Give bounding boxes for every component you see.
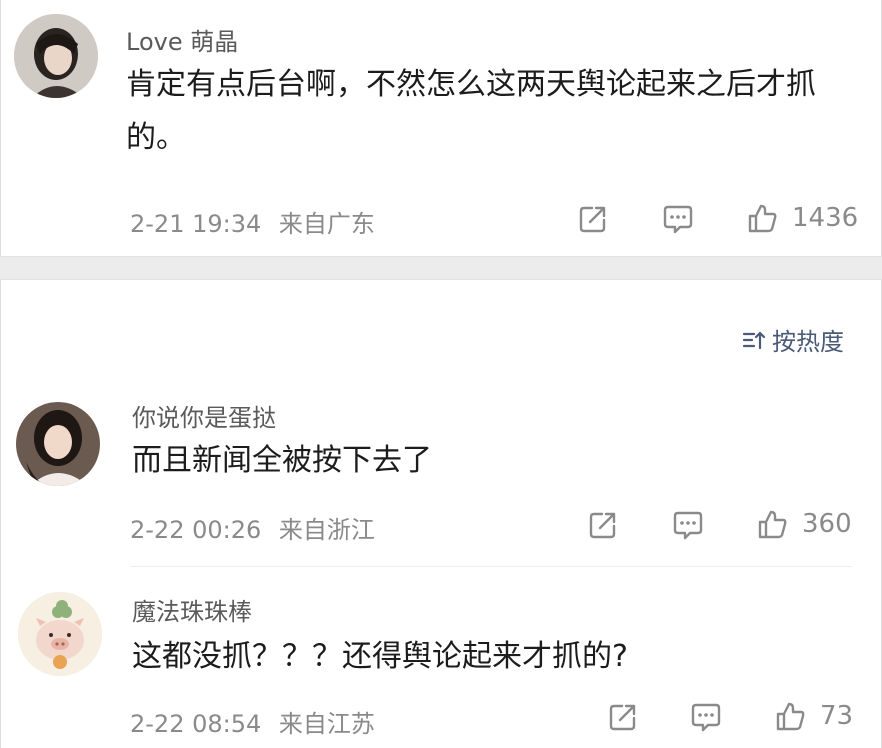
share-button[interactable] — [608, 702, 638, 732]
share-button[interactable] — [578, 204, 608, 234]
username[interactable]: 你说你是蛋挞 — [132, 398, 276, 433]
share-icon — [579, 206, 606, 233]
comment-text: 肯定有点后台啊，不然怎么这两天舆论起来之后才抓的。 — [126, 67, 816, 155]
timestamp-location: 2-21 19:34 来自广东 — [130, 204, 375, 239]
avatar-image-icon — [16, 402, 100, 486]
comment-item: Love 萌晶 肯定有点后台啊，不然怎么这两天舆论起来之后才抓的。 2-21 1… — [0, 0, 882, 256]
like-count: 73 — [820, 701, 854, 731]
share-button[interactable] — [588, 510, 618, 540]
avatar[interactable] — [14, 14, 98, 98]
avatar[interactable] — [16, 402, 100, 486]
like-button[interactable]: 73 — [774, 700, 853, 732]
timestamp-location: 2-22 00:26 来自浙江 — [130, 510, 375, 545]
username[interactable]: 魔法珠珠棒 — [132, 592, 252, 627]
share-icon — [609, 704, 636, 731]
timestamp: 2-21 19:34 — [130, 210, 262, 238]
pig-avatar-icon — [18, 592, 102, 676]
comment-icon — [673, 511, 703, 540]
avatar-image-icon — [14, 14, 98, 98]
thumbs-up-icon — [748, 204, 777, 233]
username[interactable]: Love 萌晶 — [126, 22, 238, 57]
section-divider — [0, 256, 882, 280]
comment-button[interactable] — [690, 702, 722, 732]
timestamp: 2-22 00:26 — [130, 516, 262, 544]
location: 来自浙江 — [278, 516, 375, 544]
comment-button[interactable] — [662, 204, 694, 234]
like-button[interactable]: 1436 — [746, 202, 858, 234]
like-count: 360 — [802, 509, 852, 539]
sort-icon — [742, 331, 766, 349]
like-count: 1436 — [792, 203, 859, 233]
location: 来自广东 — [278, 210, 375, 238]
sort-by-hot-button[interactable]: 按热度 — [742, 322, 844, 357]
sort-label: 按热度 — [772, 328, 844, 356]
comment-icon — [691, 703, 721, 732]
comment-button[interactable] — [672, 510, 704, 540]
timestamp: 2-22 08:54 — [130, 710, 262, 738]
thumbs-up-icon — [758, 510, 787, 539]
avatar[interactable] — [18, 592, 102, 676]
timestamp-location: 2-22 08:54 来自江苏 — [130, 704, 375, 739]
comment-item: 你说你是蛋挞 而且新闻全被按下去了 2-22 00:26 来自浙江 360 — [0, 390, 882, 560]
comment-icon — [663, 205, 693, 234]
comment-text: 而且新闻全被按下去了 — [132, 443, 432, 478]
share-icon — [589, 512, 616, 539]
comment-text: 这都没抓？？？还得舆论起来才抓的? — [132, 639, 628, 674]
thumbs-up-icon — [776, 702, 805, 731]
comment-item: 魔法珠珠棒 这都没抓？？？还得舆论起来才抓的? 2-22 08:54 来自江苏 … — [0, 582, 882, 748]
location: 来自江苏 — [278, 710, 375, 738]
like-button[interactable]: 360 — [756, 508, 852, 540]
comment-separator — [130, 566, 852, 567]
